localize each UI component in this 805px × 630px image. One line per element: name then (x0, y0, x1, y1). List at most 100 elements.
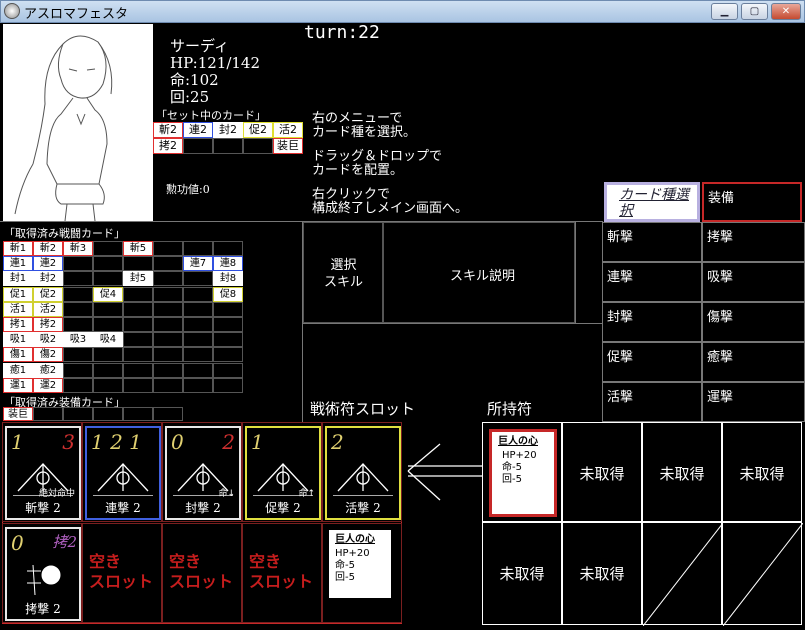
battle-card-cell[interactable]: 活1 (3, 301, 33, 317)
battle-card-cell[interactable] (93, 317, 123, 332)
slot-frame[interactable]: 1 3 絶対命中 斬撃 2 (2, 422, 82, 522)
battle-card-cell[interactable] (153, 256, 183, 272)
battle-card-cell[interactable] (153, 347, 183, 363)
owned-slot[interactable]: 巨人の心 HP+20 命-5 回-5 (482, 422, 562, 522)
battle-card-cell[interactable]: 癒2 (33, 362, 63, 378)
set-card-slot[interactable]: 斬2 (153, 122, 183, 138)
card-type-equip[interactable]: 装備 (702, 182, 802, 222)
card-type-item[interactable]: 傷撃 (702, 302, 805, 342)
tactics-card[interactable]: 1 2 1 連撃 2 (85, 426, 161, 520)
set-card-slot[interactable]: 活2 (273, 122, 303, 138)
battle-card-cell[interactable]: 封1 (3, 271, 33, 287)
battle-card-cell[interactable]: 拷2 (33, 317, 63, 332)
battle-card-cell[interactable] (213, 241, 243, 256)
battle-card-cell[interactable] (183, 347, 213, 363)
battle-card-cell[interactable]: 拷1 (3, 317, 33, 332)
equip-card-cell[interactable] (33, 407, 63, 421)
slot-frame[interactable]: 空き スロット (242, 523, 322, 623)
slot-frame[interactable]: 空き スロット (82, 523, 162, 623)
battle-card-cell[interactable]: 運2 (33, 377, 63, 393)
battle-card-cell[interactable] (93, 271, 123, 287)
maximize-button[interactable]: ▢ (741, 3, 768, 20)
equip-card-cell[interactable] (123, 407, 153, 421)
set-card-slot[interactable] (213, 138, 243, 154)
skill-select-box[interactable]: 選択 スキル (303, 222, 383, 323)
battle-card-cell[interactable] (183, 362, 213, 378)
card-type-item[interactable]: 運撃 (702, 382, 805, 422)
card-type-item[interactable]: 吸撃 (702, 262, 805, 302)
battle-card-cell[interactable] (183, 317, 213, 332)
battle-card-cell[interactable]: 運1 (3, 377, 33, 393)
owned-slot[interactable]: 未取得 (642, 422, 722, 522)
battle-card-cell[interactable]: 斬1 (3, 241, 33, 256)
battle-card-cell[interactable] (93, 301, 123, 317)
battle-card-cell[interactable]: 連8 (213, 256, 243, 272)
battle-card-cell[interactable] (93, 241, 123, 256)
battle-card-cell[interactable] (63, 286, 93, 302)
slot-frame[interactable]: 0 拷2 拷撃 2 (2, 523, 82, 623)
battle-card-cell[interactable] (123, 377, 153, 393)
battle-card-cell[interactable] (213, 347, 243, 363)
battle-card-cell[interactable] (183, 241, 213, 256)
battle-card-cell[interactable] (183, 377, 213, 393)
battle-card-cell[interactable]: 封8 (213, 271, 243, 287)
minimize-button[interactable]: ▁ (711, 3, 738, 20)
battle-card-cell[interactable] (213, 332, 243, 348)
battle-card-cell[interactable] (183, 332, 213, 348)
battle-card-cell[interactable]: 吸3 (63, 332, 93, 348)
battle-card-cell[interactable]: 傷1 (3, 347, 33, 363)
battle-card-cell[interactable]: 連7 (183, 256, 213, 272)
battle-card-cell[interactable]: 斬5 (123, 241, 153, 256)
battle-card-cell[interactable] (153, 317, 183, 332)
battle-card-cell[interactable] (153, 286, 183, 302)
battle-card-cell[interactable] (213, 362, 243, 378)
slot-frame[interactable]: 1 命↑ 促撃 2 (242, 422, 322, 522)
battle-card-cell[interactable] (213, 317, 243, 332)
equip-card-cell[interactable] (63, 407, 93, 421)
card-type-item[interactable]: 促撃 (602, 342, 702, 382)
card-type-header[interactable]: カード種選択 (604, 182, 700, 222)
battle-card-cell[interactable] (63, 347, 93, 363)
set-card-slot[interactable] (243, 138, 273, 154)
tactics-card[interactable]: 0 2 命↓ 封撃 2 (165, 426, 241, 520)
battle-card-cell[interactable] (123, 286, 153, 302)
equip-card-cell[interactable]: 装巨 (3, 407, 33, 421)
battle-card-cell[interactable] (123, 347, 153, 363)
battle-card-cell[interactable] (93, 347, 123, 363)
owned-slot[interactable]: 未取得 (482, 522, 562, 625)
battle-card-cell[interactable] (183, 286, 213, 302)
battle-card-cell[interactable]: 活2 (33, 301, 63, 317)
set-card-slot[interactable]: 拷2 (153, 138, 183, 154)
battle-card-cell[interactable]: 吸1 (3, 332, 33, 348)
battle-card-cell[interactable] (153, 362, 183, 378)
battle-card-cell[interactable] (123, 332, 153, 348)
close-button[interactable]: ✕ (771, 3, 801, 20)
battle-card-cell[interactable]: 吸4 (93, 332, 123, 348)
set-card-slot[interactable]: 連2 (183, 122, 213, 138)
battle-card-cell[interactable]: 斬2 (33, 241, 63, 256)
battle-card-cell[interactable] (183, 271, 213, 287)
owned-slot[interactable] (642, 522, 724, 627)
battle-card-cell[interactable] (93, 377, 123, 393)
slot-frame[interactable]: 2 活撃 2 (322, 422, 402, 522)
slot-frame[interactable]: 空き スロット (162, 523, 242, 623)
card-type-item[interactable]: 活撃 (602, 382, 702, 422)
battle-card-cell[interactable]: 封2 (33, 271, 63, 287)
equip-card-cell[interactable] (153, 407, 183, 421)
battle-card-cell[interactable] (123, 256, 153, 272)
battle-card-cell[interactable] (93, 256, 123, 272)
battle-card-cell[interactable] (153, 332, 183, 348)
battle-card-cell[interactable] (63, 362, 93, 378)
owned-slot[interactable]: 未取得 (722, 422, 802, 522)
battle-card-cell[interactable] (63, 377, 93, 393)
battle-card-cell[interactable]: 促1 (3, 286, 33, 302)
battle-card-cell[interactable] (123, 301, 153, 317)
owned-slot[interactable]: 未取得 (562, 422, 642, 522)
battle-card-cell[interactable] (123, 362, 153, 378)
set-card-slot[interactable]: 促2 (243, 122, 273, 138)
set-card-slot[interactable]: 封2 (213, 122, 243, 138)
battle-card-cell[interactable] (183, 301, 213, 317)
battle-card-cell[interactable] (153, 301, 183, 317)
tactics-card[interactable]: 0 拷2 拷撃 2 (5, 527, 81, 621)
card-type-item[interactable]: 拷撃 (702, 222, 805, 262)
